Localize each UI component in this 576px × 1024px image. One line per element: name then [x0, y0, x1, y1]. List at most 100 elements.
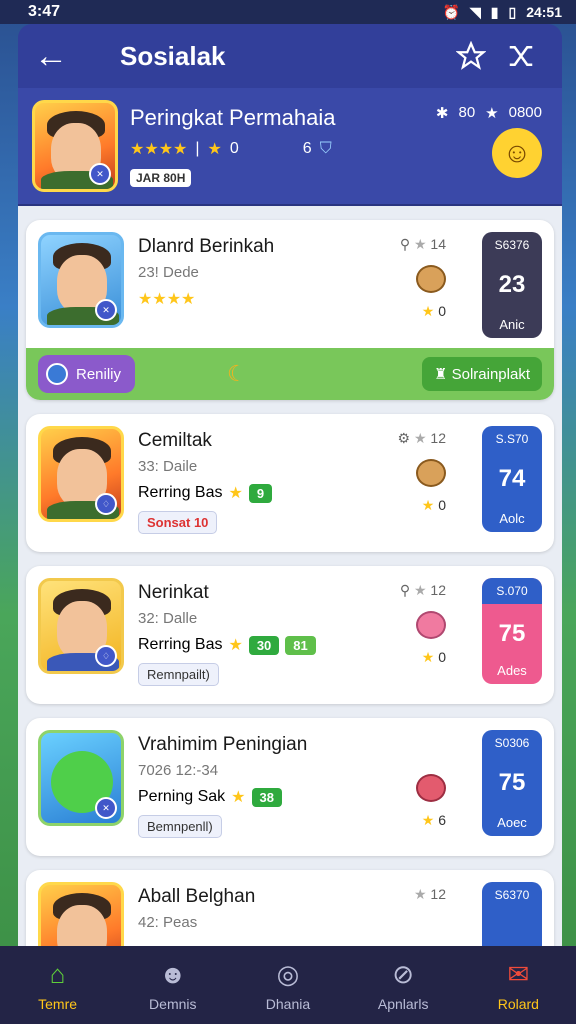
status-clock: 24:51 — [526, 4, 562, 20]
rating-stars-icon: ★★★★ — [138, 291, 196, 308]
rank-label: Perning Sak — [138, 788, 226, 805]
level-badge-icon: ✕ — [95, 299, 117, 321]
coin-count: 0 — [438, 497, 446, 513]
rank-label: Rerring Bas — [138, 636, 223, 653]
star-icon: ★ — [207, 141, 222, 158]
card-stat: 12 — [430, 582, 446, 598]
battery-icon: ▯ — [508, 3, 517, 20]
summary-score-b: 6 — [302, 140, 312, 157]
level-badge-icon: ✕ — [95, 797, 117, 819]
rating-stars-icon: ★★★★ — [130, 141, 188, 158]
bottom-navigation: ⌂ Temre ☻ Demnis ◎ Dhania ⊘ Apnlarls ✉ R… — [0, 946, 576, 1024]
page-title: Sosialak — [120, 40, 226, 71]
star-icon: ★ — [421, 649, 435, 665]
nav-home[interactable]: ⌂ Temre — [8, 958, 108, 1013]
reality-label: Reniliy — [76, 365, 122, 383]
player-avatar[interactable]: ✕ — [32, 100, 118, 192]
rank-tag-2: 81 — [285, 635, 316, 655]
score-box: S.070 75 Ades — [482, 578, 542, 684]
people-icon: ☻ — [159, 958, 187, 989]
summary-pill: JAR 80H — [130, 169, 192, 187]
score-value: 75 — [498, 768, 526, 796]
card-stats: ★ 6 — [356, 734, 446, 829]
nav-label: Apnlarls — [377, 996, 429, 1012]
shield-icon: ⛉ — [319, 140, 332, 157]
avatar: ♢ — [38, 426, 124, 522]
compass-icon: ◎ — [276, 958, 300, 989]
list-item[interactable]: ✕ Dlanrd Berinkah 23! Dede ★★★★ ⚲ ★ 14 ★… — [26, 220, 554, 400]
list-item[interactable]: ✕ Vrahimim Peningian 7026 12:-34 Perning… — [26, 718, 554, 856]
extra-tag: Sonsat 10 — [138, 511, 218, 534]
smiley-icon[interactable]: ☺ — [492, 128, 542, 178]
reality-button[interactable]: Reniliy — [38, 355, 136, 393]
score-label: S0306 — [494, 736, 530, 750]
extra-tag: Remnpailt) — [138, 663, 219, 686]
share-button[interactable]: ♜ Solrainplakt — [421, 357, 542, 391]
card-stats: ⚙ ★ 12 ★ 0 — [356, 430, 446, 514]
score-unit: Aoec — [497, 815, 527, 830]
settings-icon: ⚙ — [397, 430, 411, 446]
coin-count: 0 — [438, 303, 446, 319]
nav-apps[interactable]: ⊘ Apnlarls — [353, 958, 453, 1013]
star-icon: ★ — [228, 637, 243, 654]
share-label: Solrainplakt — [451, 366, 530, 383]
status-bar: 3:47 ⏰ ◥ ▮ ▯ 24:51 — [0, 0, 576, 24]
score-box: S.S70 74 Aolc — [482, 426, 542, 532]
score-box: S0306 75 Aoec — [482, 730, 542, 836]
leaderboard-list: ✕ Dlanrd Berinkah 23! Dede ★★★★ ⚲ ★ 14 ★… — [18, 206, 562, 946]
globe-icon — [46, 363, 68, 385]
card-stat: 12 — [430, 886, 446, 902]
back-arrow-icon[interactable]: ← — [34, 37, 84, 76]
star-icon: ★ — [421, 303, 435, 319]
extra-tag: Bemnpenll) — [138, 815, 222, 838]
score-value: 75 — [498, 619, 526, 647]
nav-compass[interactable]: ◎ Dhania — [238, 958, 338, 1013]
avatar: ✕ — [38, 232, 124, 328]
rank-tag: 38 — [251, 787, 282, 807]
card-stats: ★ 12 — [356, 886, 446, 903]
star-icon: ★ — [413, 236, 427, 252]
star-icon: ★ — [231, 789, 246, 806]
summary-stats: ✱ 80 ★ 0800 — [436, 104, 542, 122]
star-outline-icon[interactable] — [446, 36, 496, 76]
score-value: 23 — [498, 270, 526, 298]
nav-people[interactable]: ☻ Demnis — [123, 958, 223, 1013]
list-item[interactable]: ♢ Nerinkat 32: Dalle Rerring Bas ★ 30 81… — [26, 566, 554, 704]
coin-count: 0 — [438, 649, 446, 665]
app-bar: ← Sosialak — [18, 24, 562, 88]
score-box: S6370 76 — [482, 882, 542, 946]
nav-label: Dhania — [265, 996, 311, 1012]
star-icon: ★ — [413, 582, 427, 598]
score-value: 74 — [498, 464, 526, 492]
nav-chat[interactable]: ✉ Rolard — [468, 958, 568, 1013]
summary-stars: ★★★★ | ★ 0 6 ⛉ — [130, 140, 332, 158]
rank-label: Rerring Bas — [138, 484, 223, 501]
list-item[interactable]: Aball Belghan 42: Peas ★ 12 S6370 76 — [26, 870, 554, 946]
star-icon: ★ — [413, 886, 427, 902]
list-item[interactable]: ♢ Cemiltak 33: Daile Rerring Bas ★ 9 Son… — [26, 414, 554, 552]
card-stat: 12 — [430, 430, 446, 446]
status-time: 3:47 — [28, 3, 61, 20]
nav-label: Demnis — [149, 996, 197, 1012]
badge-icon — [416, 265, 446, 293]
app-window: ← Sosialak ✕ Peringkat Permahaia ★★★★ | … — [18, 24, 562, 946]
shuffle-icon[interactable] — [496, 36, 546, 76]
alarm-icon: ⏰ — [442, 3, 460, 20]
nav-label: Temre — [38, 996, 78, 1012]
rank-tag: 30 — [248, 635, 280, 655]
star-icon: ★ — [421, 812, 435, 828]
score-box: S6376 23 Anic — [482, 232, 542, 338]
stat-a: 80 — [458, 104, 476, 121]
wifi-icon: ◥ — [469, 3, 481, 20]
score-unit: Aolc — [499, 511, 525, 526]
trophy-icon: ♜ — [433, 366, 448, 383]
level-badge-icon: ✕ — [89, 163, 111, 185]
status-icons: ⏰ ◥ ▮ ▯ 24:51 — [443, 4, 562, 21]
candy-icon — [416, 774, 446, 802]
chat-icon: ✉ — [507, 958, 530, 989]
score-label: S6370 — [494, 888, 530, 902]
stat-b: 0800 — [508, 104, 542, 121]
card-stat: 14 — [430, 236, 446, 252]
score-unit: Anic — [499, 317, 525, 332]
moon-icon: ☾ — [227, 361, 247, 386]
